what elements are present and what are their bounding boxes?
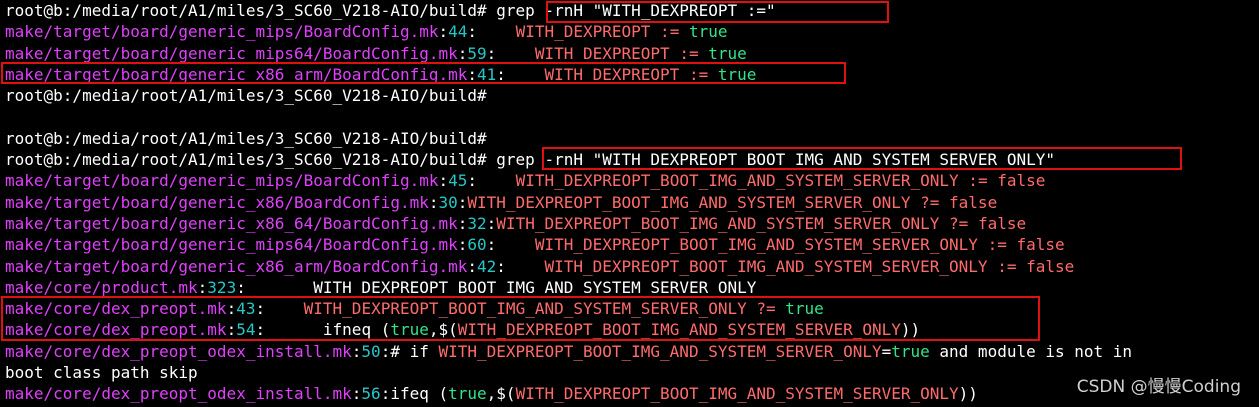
prompt-text: root@b:/media/root/A1/miles/3_SC60_V218-… [5, 150, 497, 170]
file-path: make/target/board/generic_mips64/BoardCo… [5, 43, 458, 63]
file-path: make/core/dex_preopt_odex_install.mk [5, 341, 352, 361]
highlight-box-grep-2 [542, 147, 1182, 170]
separator: : [457, 43, 468, 63]
file-path: make/target/board/generic_mips/BoardConf… [5, 171, 439, 191]
line-number: 50 [361, 341, 381, 361]
separator: : [236, 277, 314, 297]
terminal-line: make/target/board/generic_mips64/BoardCo… [5, 234, 1259, 255]
terminal-line: make/target/board/generic_mips64/BoardCo… [5, 43, 1259, 64]
value-false: false [949, 192, 998, 212]
line-number: 56 [361, 384, 381, 404]
prompt-text: root@b:/media/root/A1/miles/3_SC60_V218-… [5, 1, 497, 20]
line-number: 60 [467, 235, 487, 255]
file-path: make/target/board/generic_mips/BoardConf… [5, 22, 439, 42]
terminal-line: make/target/board/generic_x86_arm/BoardC… [5, 256, 1259, 277]
value-false: false [1016, 235, 1065, 255]
line-number: 30 [438, 192, 458, 212]
variable-name: WITH_DEXPREOPT_BOOT_IMG_AND_SYSTEM_SERVE… [544, 256, 1027, 276]
terminal-line: make/target/board/generic_x86_64/BoardCo… [5, 213, 1259, 234]
terminal-line [5, 106, 1259, 127]
terminal-line: make/core/product.mk:323: WITH_DEXPREOPT… [5, 277, 1259, 298]
variable-name: WITH_DEXPREOPT_BOOT_IMG_AND_SYSTEM_SERVE… [515, 171, 998, 191]
terminal-line: make/target/board/generic_x86/BoardConfi… [5, 192, 1259, 213]
separator: : [486, 235, 535, 255]
highlight-box-grep-1 [546, 1, 889, 23]
value-false: false [1026, 256, 1075, 276]
file-path: make/target/board/generic_mips64/BoardCo… [5, 235, 458, 255]
line-number: 32 [467, 213, 487, 233]
terminal-line: make/target/board/generic_mips/BoardConf… [5, 170, 1259, 191]
command-text: and module is not in [929, 341, 1133, 361]
line-number: 59 [467, 43, 487, 63]
separator: : [457, 192, 468, 212]
separator: : [486, 213, 497, 233]
terminal-line: root@b:/media/root/A1/miles/3_SC60_V218-… [5, 128, 1259, 149]
terminal-line: make/target/board/generic_mips/BoardConf… [5, 21, 1259, 42]
terminal-line: make/core/dex_preopt_odex_install.mk:56:… [5, 383, 1259, 404]
variable-name: WITH_DEXPREOPT_BOOT_IMG_AND_SYSTEM_SERVE… [496, 213, 978, 233]
command-text: = [881, 341, 892, 361]
value-false: false [977, 213, 1027, 233]
separator: : [486, 43, 535, 63]
prompt-text [5, 107, 15, 126]
value-false: false [997, 171, 1046, 191]
value-true: true [891, 341, 930, 361]
line-number: 42 [477, 256, 497, 276]
command-text: boot class path skip [5, 363, 198, 383]
command-text: :# if [380, 341, 439, 361]
terminal-line: root@b:/media/root/A1/miles/3_SC60_V218-… [5, 85, 1259, 106]
variable-name: WITH_DEXPREOPT_BOOT_IMG_AND_SYSTEM_SERVE… [515, 384, 959, 404]
separator: : [438, 171, 449, 191]
highlight-box-dex-preopt [1, 296, 1040, 341]
terminal-line: make/core/dex_preopt_odex_install.mk:50:… [5, 341, 1259, 362]
highlight-box-result-x86-arm [1, 62, 846, 84]
prompt-text: root@b:/media/root/A1/miles/3_SC60_V218-… [5, 128, 487, 148]
value-true: true [448, 384, 487, 404]
prompt-text: root@b:/media/root/A1/miles/3_SC60_V218-… [5, 86, 487, 106]
terminal-line: boot class path skip [5, 362, 1259, 383]
variable-name: WITH_DEXPREOPT_BOOT_IMG_AND_SYSTEM_SERVE… [534, 235, 1017, 255]
file-path: make/core/product.mk [5, 277, 198, 297]
file-path: make/target/board/generic_x86_64/BoardCo… [5, 213, 458, 233]
command-text: WITH_DEXPREOPT_BOOT_IMG_AND_SYSTEM_SERVE… [313, 277, 757, 297]
separator: : [351, 384, 362, 404]
file-path: make/target/board/generic_x86/BoardConfi… [5, 192, 429, 212]
command-text: :ifeq ( [380, 384, 449, 404]
separator: : [438, 22, 449, 42]
csdn-watermark: CSDN @慢慢Coding [1076, 377, 1241, 397]
variable-name: WITH_DEXPREOPT_BOOT_IMG_AND_SYSTEM_SERVE… [467, 192, 950, 212]
command-text: ,$( [486, 384, 516, 404]
file-path: make/target/board/generic_x86_arm/BoardC… [5, 256, 468, 276]
variable-name: WITH_DEXPREOPT := [515, 22, 689, 42]
file-path: make/core/dex_preopt_odex_install.mk [5, 384, 352, 404]
separator: : [467, 171, 516, 191]
separator: : [457, 213, 468, 233]
command-text: )) [958, 384, 978, 404]
line-number: 45 [448, 171, 468, 191]
variable-name: WITH_DEXPREOPT_BOOT_IMG_AND_SYSTEM_SERVE… [438, 341, 882, 361]
variable-name: WITH_DEXPREOPT := [534, 43, 709, 63]
separator: : [351, 341, 362, 361]
separator: : [467, 22, 516, 42]
value-true: true [708, 43, 747, 63]
separator: : [467, 256, 478, 276]
separator: : [496, 256, 545, 276]
value-true: true [688, 22, 728, 42]
terminal-output[interactable]: root@b:/media/root/A1/miles/3_SC60_V218-… [5, 0, 1259, 405]
separator: : [197, 277, 208, 297]
line-number: 323 [207, 277, 237, 297]
line-number: 44 [448, 22, 468, 42]
separator: : [457, 235, 468, 255]
